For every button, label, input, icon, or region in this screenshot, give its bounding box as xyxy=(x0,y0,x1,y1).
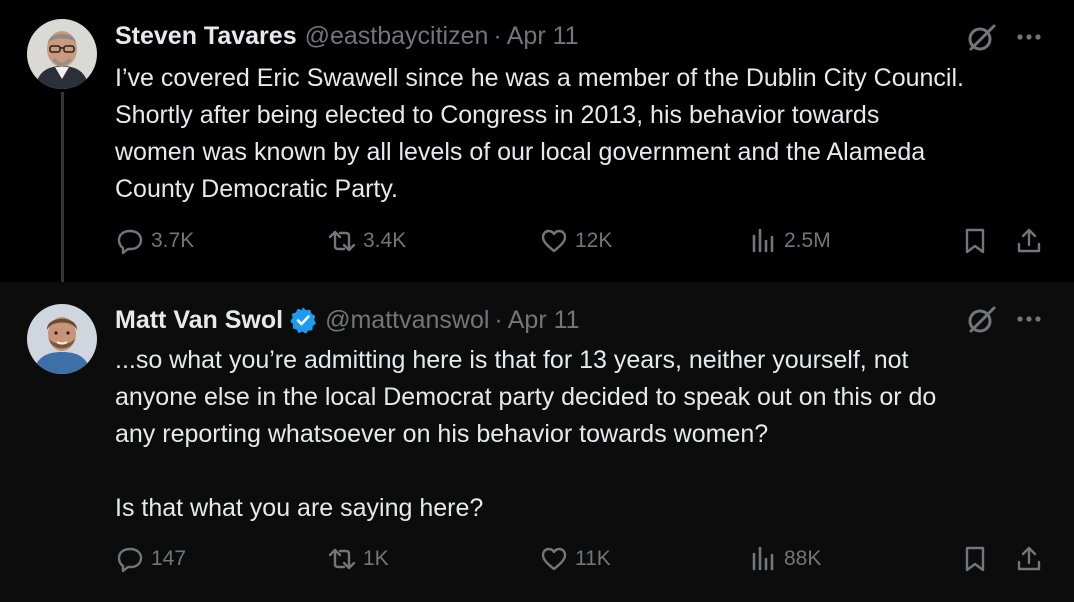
avatar-image xyxy=(27,19,97,89)
tweet-text: I’ve covered Eric Swawell since he was a… xyxy=(115,64,964,203)
repost-count: 1K xyxy=(363,547,389,570)
author-name[interactable]: Steven Tavares xyxy=(115,22,297,51)
reply-button[interactable]: 147 xyxy=(115,544,186,574)
repost-button[interactable]: 1K xyxy=(327,544,389,574)
like-icon xyxy=(541,547,567,571)
tweet-date[interactable]: Apr 11 xyxy=(508,306,580,335)
thread-line xyxy=(61,92,64,292)
share-icon xyxy=(1017,228,1041,253)
repost-icon xyxy=(328,548,356,570)
views-count: 88K xyxy=(784,547,822,570)
bookmark-icon xyxy=(965,228,985,254)
bookmark-button[interactable] xyxy=(960,544,990,574)
separator-dot: · xyxy=(494,305,503,334)
like-icon xyxy=(541,229,567,253)
reply-count: 147 xyxy=(151,547,187,570)
views-button[interactable]: 88K xyxy=(748,544,821,574)
reply-count: 3.7K xyxy=(151,229,195,252)
bookmark-button[interactable] xyxy=(960,226,990,256)
like-count: 11K xyxy=(575,547,611,570)
views-button[interactable]: 2.5M xyxy=(748,226,831,256)
separator-dot: · xyxy=(493,21,502,50)
tweet-steven-tavares[interactable]: Steven Tavares @eastbaycitizen · Apr 11 … xyxy=(0,0,1074,292)
tweet-header: Steven Tavares @eastbaycitizen · Apr 11 xyxy=(115,18,579,54)
share-button[interactable] xyxy=(1014,544,1044,574)
avatar-image xyxy=(27,304,97,374)
reply-icon xyxy=(117,547,143,573)
views-icon xyxy=(752,546,774,571)
bookmark-icon xyxy=(965,546,985,572)
like-count: 12K xyxy=(575,229,613,252)
grok-icon[interactable] xyxy=(965,304,997,336)
like-button[interactable]: 12K xyxy=(539,226,612,256)
verified-badge-icon xyxy=(290,307,317,334)
tweet-actions: 147 1K 11K 88K xyxy=(115,544,1055,580)
grok-icon[interactable] xyxy=(965,22,997,54)
tweet-header: Matt Van Swol @mattvanswol · Apr 11 xyxy=(115,302,580,338)
share-button[interactable] xyxy=(1014,226,1044,256)
like-button[interactable]: 11K xyxy=(539,544,611,574)
repost-icon xyxy=(328,230,356,252)
repost-button[interactable]: 3.4K xyxy=(327,226,406,256)
share-icon xyxy=(1017,546,1041,571)
tweet-date[interactable]: Apr 11 xyxy=(507,22,579,51)
author-name[interactable]: Matt Van Swol xyxy=(115,306,283,335)
tweet-text: ...so what you’re admitting here is that… xyxy=(115,346,937,522)
views-count: 2.5M xyxy=(784,229,831,252)
repost-count: 3.4K xyxy=(363,229,407,252)
views-icon xyxy=(752,228,774,253)
avatar-matt-van-swol[interactable] xyxy=(27,304,97,374)
reply-icon xyxy=(117,229,143,255)
author-handle[interactable]: @eastbaycitizen xyxy=(305,22,489,51)
author-handle[interactable]: @mattvanswol xyxy=(325,306,489,335)
tweet-matt-van-swol[interactable]: Matt Van Swol @mattvanswol · Apr 11 ...s… xyxy=(0,282,1074,602)
avatar-steven-tavares[interactable] xyxy=(27,19,97,89)
more-icon[interactable] xyxy=(1014,306,1044,332)
tweet-actions: 3.7K 3.4K 12K 2.5M xyxy=(115,226,1055,262)
reply-button[interactable]: 3.7K xyxy=(115,226,194,256)
more-icon[interactable] xyxy=(1014,24,1044,50)
